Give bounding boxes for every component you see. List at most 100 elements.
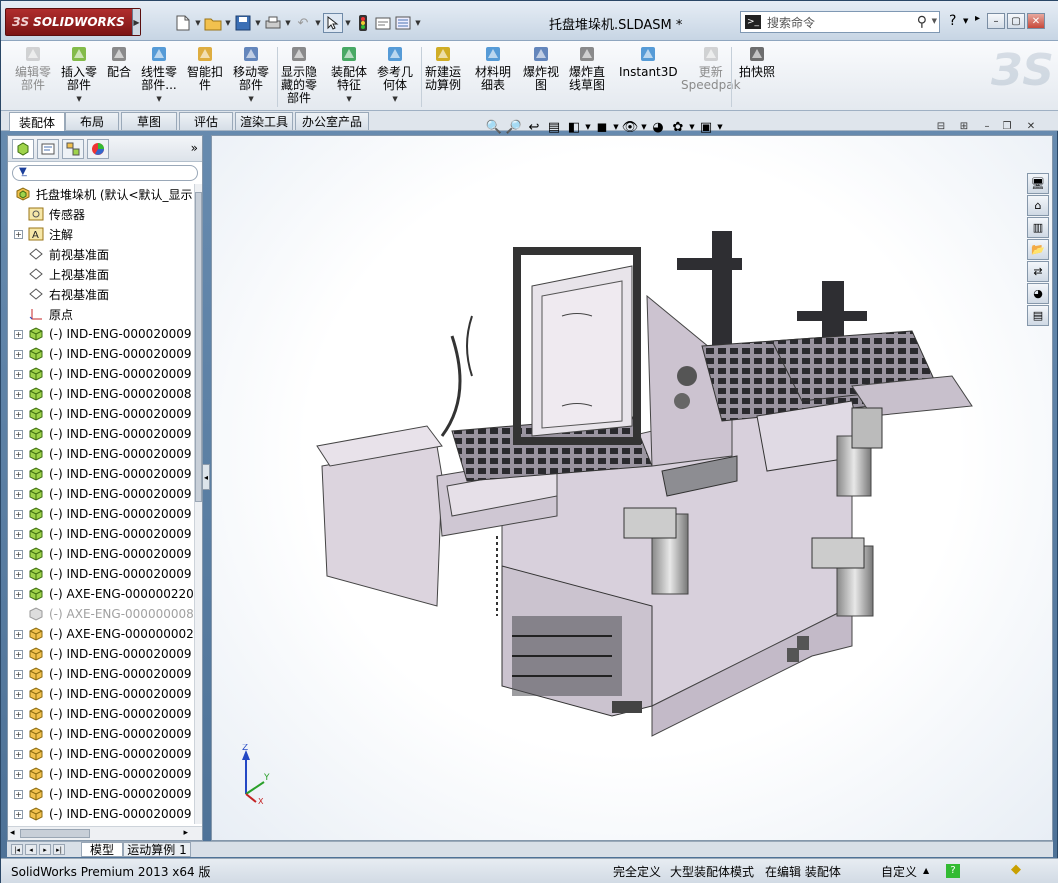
assembly-feature-button[interactable]: 装配体 特征 ▼ [331, 43, 367, 106]
search-commands-box[interactable]: >_ 搜索命令 ⚲ ▼ [740, 11, 940, 33]
home-icon[interactable]: ⌂ [1027, 195, 1049, 216]
expand-plus-icon[interactable]: + [14, 329, 23, 339]
undo-icon[interactable]: ↶ [293, 13, 313, 33]
search-icon[interactable]: ⚲ [917, 14, 927, 30]
quick-tips-icon[interactable]: ? [946, 864, 960, 878]
close-button[interactable]: ✕ [1027, 13, 1045, 29]
section-view-icon[interactable]: ▤ [544, 118, 564, 136]
scroll-left-icon[interactable]: ◂ [10, 828, 15, 838]
propertymanager-tab-icon[interactable] [37, 139, 59, 159]
units-selector[interactable]: 自定义 [881, 863, 917, 880]
tree-item[interactable]: + (-) IND-ENG-000020009 [8, 704, 194, 724]
mate-button[interactable]: 配合 [107, 43, 131, 79]
help-icon[interactable]: ? [949, 13, 956, 29]
view-orientation-icon[interactable]: ◧ [564, 118, 584, 136]
new-document-icon[interactable] [173, 13, 193, 33]
linear-pattern-button[interactable]: 线性零 部件... ▼ [141, 43, 177, 106]
smart-fastener-button[interactable]: 智能扣件 [187, 43, 223, 92]
tree-item[interactable]: + (-) IND-ENG-000020009 [8, 444, 194, 464]
view-orientation-dropdown-icon[interactable]: ▼ [585, 123, 590, 131]
print-dropdown-arrow-icon[interactable]: ▼ [283, 19, 293, 27]
tree-item[interactable]: 原点 [8, 304, 194, 324]
instant3d-button[interactable]: Instant3D [619, 43, 678, 79]
expand-plus-icon[interactable]: + [14, 349, 23, 359]
expand-plus-icon[interactable]: + [14, 789, 23, 799]
first-tab-icon[interactable]: |◂ [11, 844, 23, 855]
expand-plus-icon[interactable]: + [14, 529, 23, 539]
hide-show-dropdown-icon[interactable]: ▼ [641, 123, 646, 131]
tree-item[interactable]: + (-) IND-ENG-000020009 [8, 364, 194, 384]
expand-plus-icon[interactable]: + [14, 409, 23, 419]
rebuild-traffic-light-icon[interactable] [353, 13, 373, 33]
tree-item[interactable]: + (-) IND-ENG-000020009 [8, 784, 194, 804]
custom-properties-icon[interactable]: ▤ [1027, 305, 1049, 326]
tree-item[interactable]: + (-) IND-ENG-000020009 [8, 504, 194, 524]
tree-item[interactable]: + (-) IND-ENG-000020008 [8, 384, 194, 404]
display-style-icon[interactable]: ◼ [592, 118, 612, 136]
tree-item[interactable]: + (-) IND-ENG-000020009 [8, 804, 194, 824]
restore-button[interactable]: ▢ [1007, 13, 1025, 29]
edit-appearance-icon[interactable]: ◕ [648, 118, 668, 136]
previous-view-icon[interactable]: ↩ [524, 118, 544, 136]
expand-plus-icon[interactable]: + [14, 589, 23, 599]
tree-item[interactable]: + (-) IND-ENG-000020009 [8, 324, 194, 344]
undo-dropdown-arrow-icon[interactable]: ▼ [313, 19, 323, 27]
zoom-to-area-icon[interactable]: 🔎 [504, 118, 524, 136]
viewport-close-icon[interactable]: ✕ [1023, 119, 1039, 133]
tree-item[interactable]: + (-) IND-ENG-000020009 [8, 764, 194, 784]
tree-item[interactable]: + (-) IND-ENG-000020009 [8, 424, 194, 444]
tree-item[interactable]: + (-) IND-ENG-000020009 [8, 484, 194, 504]
expand-plus-icon[interactable]: + [14, 649, 23, 659]
tree-item[interactable]: + (-) IND-ENG-000020009 [8, 684, 194, 704]
tab-4[interactable]: 渲染工具 [235, 112, 293, 130]
expand-plus-icon[interactable]: + [14, 769, 23, 779]
snapshot-button[interactable]: 拍快照 [739, 43, 775, 79]
tree-item[interactable]: + (-) IND-ENG-000020009 [8, 744, 194, 764]
hscroll-thumb[interactable] [20, 829, 90, 838]
command-dropdown-arrow-icon[interactable]: ▼ [248, 93, 253, 106]
tree-root-assembly[interactable]: 托盘堆垛机 (默认<默认_显示 [8, 184, 194, 204]
tab-1[interactable]: 布局 [65, 112, 119, 130]
configurationmanager-tab-icon[interactable] [62, 139, 84, 159]
tab-5[interactable]: 办公室产品 [295, 112, 369, 130]
tree-item[interactable]: + (-) IND-ENG-000020009 [8, 404, 194, 424]
tree-horizontal-scrollbar[interactable]: ◂ ▸ [8, 826, 202, 840]
tab-2[interactable]: 草图 [121, 112, 177, 130]
solidworks-resources-icon[interactable]: 🖥 [1027, 173, 1049, 194]
flyout-menu-icon[interactable]: ▸ [975, 13, 980, 24]
search-input[interactable]: 搜索命令 [767, 14, 815, 31]
expand-plus-icon[interactable]: + [14, 569, 23, 579]
expand-plus-icon[interactable]: + [14, 449, 23, 459]
tree-item[interactable]: + (-) IND-ENG-000020009 [8, 544, 194, 564]
viewport-split-vertical-icon[interactable]: ⊞ [956, 119, 972, 133]
command-dropdown-arrow-icon[interactable]: ▼ [346, 93, 351, 106]
open-folder-icon[interactable] [203, 13, 223, 33]
expand-plus-icon[interactable]: + [14, 809, 23, 819]
command-dropdown-arrow-icon[interactable]: ▼ [392, 93, 397, 106]
hide-show-items-icon[interactable]: 👁 [620, 118, 640, 136]
command-dropdown-arrow-icon[interactable]: ▼ [156, 93, 161, 106]
options-icon[interactable] [393, 13, 413, 33]
tree-item[interactable]: 传感器 [8, 204, 194, 224]
tree-item[interactable]: + (-) IND-ENG-000020009 [8, 644, 194, 664]
appearances-icon[interactable]: ◕ [1027, 283, 1049, 304]
reference-geometry-button[interactable]: 参考几 何体 ▼ [377, 43, 413, 106]
tree-filter[interactable]: ▼̲ [12, 165, 198, 181]
select-dropdown-arrow-icon[interactable]: ▼ [343, 19, 353, 27]
tree-item[interactable]: + (-) IND-ENG-000020009 [8, 724, 194, 744]
tree-item[interactable]: + (-) AXE-ENG-000000002 [8, 624, 194, 644]
help-dropdown-arrow-icon[interactable]: ▼ [963, 17, 968, 25]
select-pointer-icon[interactable] [323, 13, 343, 33]
graphics-area[interactable]: Z Y X [211, 135, 1053, 841]
bom-button[interactable]: 材料明 细表 [475, 43, 511, 92]
new-dropdown-arrow-icon[interactable]: ▼ [193, 19, 203, 27]
expand-plus-icon[interactable]: + [14, 729, 23, 739]
solidworks-logo[interactable]: ЗS SOLIDWORKS ▶ [5, 8, 141, 36]
next-tab-icon[interactable]: ▸ [39, 844, 51, 855]
tree-item[interactable]: + (-) IND-ENG-000020009 [8, 464, 194, 484]
expand-plus-icon[interactable]: + [14, 709, 23, 719]
zoom-to-fit-icon[interactable]: 🔍 [484, 118, 504, 136]
last-tab-icon[interactable]: ▸| [53, 844, 65, 855]
motion-study-button[interactable]: 新建运 动算例 [425, 43, 461, 92]
tree-item[interactable]: 上视基准面 [8, 264, 194, 284]
